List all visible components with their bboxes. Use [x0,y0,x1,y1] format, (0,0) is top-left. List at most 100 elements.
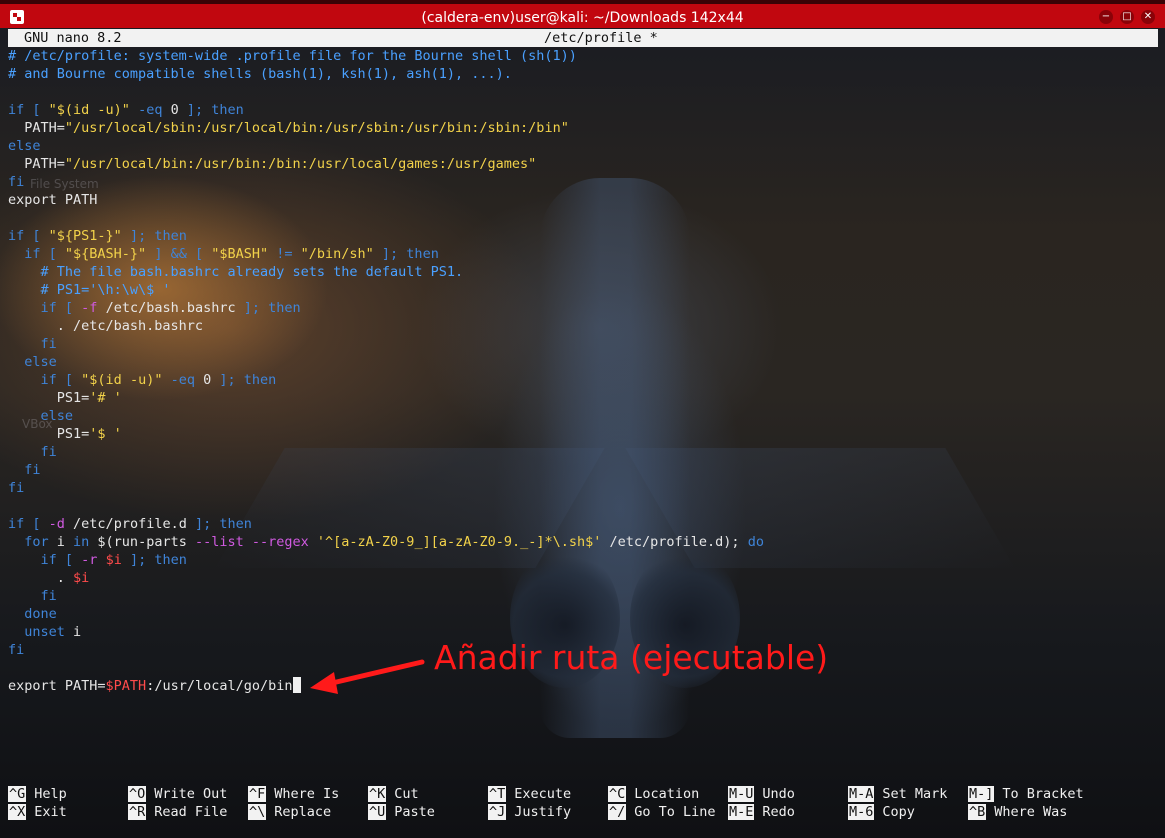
shortcut-label: Paste [394,804,435,820]
editor-line[interactable]: else [8,407,1158,425]
editor-line[interactable]: fi [8,443,1158,461]
editor-line[interactable]: . /etc/bash.bashrc [8,317,1158,335]
code-token: # /etc/profile: system-wide .profile fil… [8,48,577,64]
shortcut-write-out[interactable]: ^O Write Out [128,785,227,803]
code-token: "/usr/local/sbin:/usr/local/bin:/usr/sbi… [64,120,569,136]
code-token: '# ' [89,390,122,406]
editor-line[interactable]: # /etc/profile: system-wide .profile fil… [8,47,1158,65]
shortcut-help[interactable]: ^G Help [8,785,67,803]
editor-line[interactable]: PS1='# ' [8,389,1158,407]
editor-line[interactable] [8,83,1158,101]
code-token: in [73,534,90,550]
shortcut-key: ^J [488,804,507,820]
editor-line[interactable]: if [ -f /etc/bash.bashrc ]; then [8,299,1158,317]
code-token: -eq [162,372,204,388]
editor-line[interactable]: for i in $(run-parts --list --regex '^[a… [8,533,1158,551]
shortcut-set-mark[interactable]: M-A Set Mark [848,785,947,803]
editor-line[interactable]: else [8,137,1158,155]
editor-line[interactable]: . $i [8,569,1158,587]
shortcut-location[interactable]: ^C Location [608,785,699,803]
shortcut-where-is[interactable]: ^F Where Is [248,785,339,803]
code-token: "/usr/local/bin:/usr/bin:/bin:/usr/local… [64,156,537,172]
maximize-icon[interactable]: □ [1120,10,1134,24]
editor-line[interactable]: if [ "${PS1-}" ]; then [8,227,1158,245]
shortcut-label: Go To Line [634,804,716,820]
code-token: fi [8,174,25,190]
code-token: ] && [ [146,246,212,262]
code-token: if [8,300,57,316]
shortcut-label: Where Was [994,804,1068,820]
shortcut-copy[interactable]: M-6 Copy [848,803,915,821]
editor-line[interactable]: PATH="/usr/local/bin:/usr/bin:/bin:/usr/… [8,155,1158,173]
shortcut-execute[interactable]: ^T Execute [488,785,571,803]
editor-line[interactable]: done [8,605,1158,623]
editor-text-area[interactable]: # /etc/profile: system-wide .profile fil… [8,47,1158,695]
editor-line[interactable]: if [ "$(id -u)" -eq 0 ]; then [8,101,1158,119]
code-token: $i [105,552,122,568]
code-token: ]; then [243,300,301,316]
code-token: # and Bourne compatible shells (bash(1),… [8,66,512,82]
code-token: PS1= [8,426,90,442]
editor-line[interactable]: # and Bourne compatible shells (bash(1),… [8,65,1158,83]
code-token: export PATH [8,192,98,208]
editor-line[interactable] [8,209,1158,227]
editor-line[interactable]: fi [8,587,1158,605]
editor-line[interactable]: if [ "${BASH-}" ] && [ "$BASH" != "/bin/… [8,245,1158,263]
shortcut-label: Where Is [274,786,340,802]
shortcut-read-file[interactable]: ^R Read File [128,803,227,821]
editor-line[interactable]: fi [8,461,1158,479]
terminal-titlebar[interactable]: (caldera-env)user@kali: ~/Downloads 142x… [0,0,1165,28]
shortcut-label: Replace [274,804,332,820]
editor-line[interactable]: # The file bash.bashrc already sets the … [8,263,1158,281]
code-token: /etc/bash.bashrc [97,300,244,316]
code-token: if [8,516,25,532]
code-token: # The file bash.bashrc already sets the … [8,264,464,280]
shortcut-key: ^T [488,786,507,802]
shortcut-label: Undo [762,786,795,802]
minimize-icon[interactable]: − [1099,10,1113,24]
editor-line[interactable]: fi [8,335,1158,353]
code-token: . /etc/bash.bashrc [8,318,204,334]
editor-line[interactable]: fi [8,173,1158,191]
shortcut-key: ^U [368,804,387,820]
shortcut-cut[interactable]: ^K Cut [368,785,419,803]
shortcut-key: M-] [968,786,995,802]
editor-line[interactable]: PATH="/usr/local/sbin:/usr/local/bin:/us… [8,119,1158,137]
shortcut-key: ^X [8,804,27,820]
code-token: if [8,102,25,118]
editor-line[interactable]: # PS1='\h:\w\$ ' [8,281,1158,299]
code-token: fi [8,642,25,658]
shortcut-go-to-line[interactable]: ^/ Go To Line [608,803,716,821]
code-token: . [8,570,74,586]
shortcut-paste[interactable]: ^U Paste [368,803,435,821]
editor-line[interactable]: if [ -d /etc/profile.d ]; then [8,515,1158,533]
code-token: "$(id -u)" [48,102,130,118]
code-token: ]; then [121,228,187,244]
shortcut-key: ^/ [608,804,627,820]
code-token: /etc/profile.d [64,516,195,532]
editor-line[interactable]: fi [8,479,1158,497]
shortcut-label: Read File [154,804,228,820]
code-token: [ [24,516,49,532]
editor-line[interactable]: export PATH [8,191,1158,209]
shortcut-key: ^R [128,804,147,820]
editor-line[interactable]: export PATH=$PATH:/usr/local/go/bin [8,677,1158,695]
editor-line[interactable]: else [8,353,1158,371]
editor-line[interactable]: PS1='$ ' [8,425,1158,443]
shortcut-to-bracket[interactable]: M-] To Bracket [968,785,1084,803]
code-token: fi [8,336,57,352]
shortcut-exit[interactable]: ^X Exit [8,803,67,821]
shortcut-undo[interactable]: M-U Undo [728,785,795,803]
shortcut-justify[interactable]: ^J Justify [488,803,571,821]
close-icon[interactable]: ✕ [1141,10,1155,24]
shortcut-redo[interactable]: M-E Redo [728,803,795,821]
nano-version: GNU nano 8.2 [24,30,122,46]
shortcut-where-was[interactable]: ^B Where Was [968,803,1067,821]
editor-line[interactable]: if [ -r $i ]; then [8,551,1158,569]
code-token: PATH= [8,156,65,172]
editor-line[interactable] [8,497,1158,515]
shortcut-replace[interactable]: ^\ Replace [248,803,331,821]
code-token: -d [48,516,65,532]
editor-line[interactable]: if [ "$(id -u)" -eq 0 ]; then [8,371,1158,389]
code-token: "$BASH" [211,246,269,262]
